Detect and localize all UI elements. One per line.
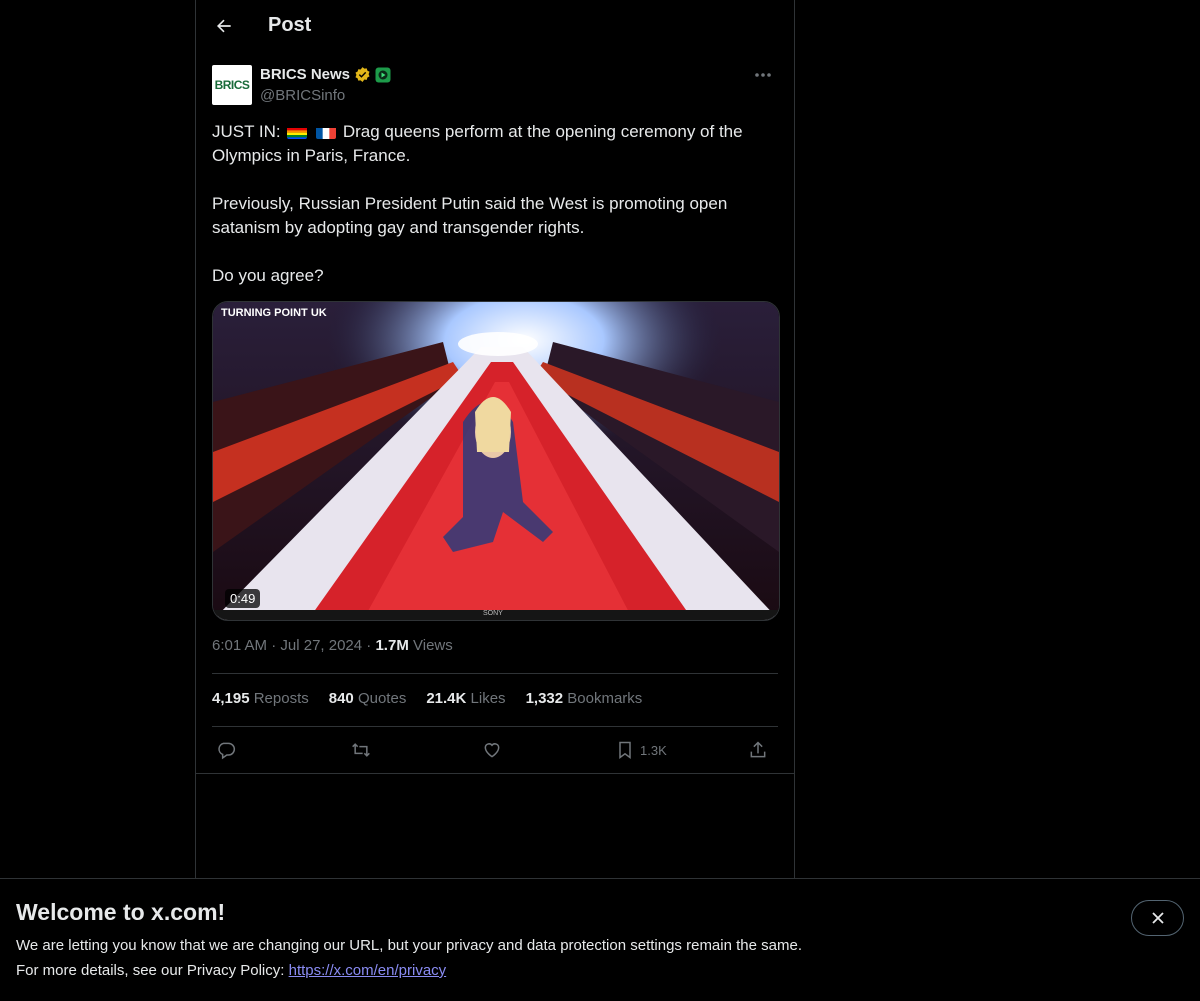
author-row: BRICS BRICS News @BRICSinfo <box>212 65 778 109</box>
reposts-stat[interactable]: 4,195 Reposts <box>212 690 309 707</box>
bookmark-button[interactable]: 1.3K <box>616 735 667 765</box>
share-button[interactable] <box>748 735 768 765</box>
top-bar: Post <box>196 0 794 54</box>
divider <box>212 726 778 727</box>
likes-stat[interactable]: 21.4K Likes <box>426 690 505 707</box>
close-banner-button[interactable] <box>1131 900 1184 936</box>
tweet-date[interactable]: Jul 27, 2024 <box>280 637 362 654</box>
tweet-time[interactable]: 6:01 AM <box>212 637 267 654</box>
more-button[interactable] <box>748 65 778 85</box>
tweet-meta: 6:01 AM · Jul 27, 2024 · 1.7M Views <box>212 637 453 654</box>
close-icon <box>1151 912 1164 924</box>
bookmark-icon <box>619 741 631 759</box>
repost-button[interactable] <box>350 735 372 765</box>
tweet-prefix: JUST IN: <box>212 122 281 141</box>
tweet-text: JUST IN: Drag queens perform at the open… <box>212 120 778 288</box>
video-player[interactable]: TURNING POINT UK SONY 0:49 <box>212 301 780 621</box>
avatar-logo-text: BRICS <box>214 78 250 92</box>
france-flag-icon <box>316 125 337 139</box>
views-label: Views <box>413 637 453 654</box>
back-arrow-icon <box>217 19 231 33</box>
like-button[interactable] <box>482 735 502 765</box>
banner-policy-prefix: For more details, see our Privacy Policy… <box>16 962 285 979</box>
avatar[interactable]: BRICS <box>212 65 252 105</box>
bookmarks-stat[interactable]: 1,332 Bookmarks <box>526 690 643 707</box>
welcome-banner: Welcome to x.com! We are letting you kno… <box>0 878 1200 1001</box>
rainbow-flag-icon <box>287 125 308 139</box>
page-title: Post <box>268 14 312 36</box>
author-name-row[interactable]: BRICS News <box>260 66 391 83</box>
back-button[interactable] <box>208 10 240 42</box>
action-bar: 1.3K <box>212 735 778 765</box>
divider <box>212 673 778 674</box>
reply-button[interactable] <box>216 735 236 765</box>
views-count: 1.7M <box>375 637 409 654</box>
share-icon <box>750 741 766 758</box>
tweet-paragraph-3: Do you agree? <box>212 266 324 285</box>
tv-brand: SONY <box>483 610 503 617</box>
divider <box>196 773 794 774</box>
reply-icon <box>218 742 236 760</box>
privacy-policy-link[interactable]: https://x.com/en/privacy <box>289 962 447 979</box>
bookmark-count: 1.3K <box>640 742 667 758</box>
repost-icon <box>352 743 370 757</box>
author-handle[interactable]: @BRICSinfo <box>260 87 345 104</box>
banner-title: Welcome to x.com! <box>16 899 226 925</box>
meta-separator: · <box>271 637 281 654</box>
video-watermark: TURNING POINT UK <box>221 307 327 319</box>
quotes-stat[interactable]: 840 Quotes <box>329 690 407 707</box>
tweet-paragraph-2: Previously, Russian President Putin said… <box>212 194 733 237</box>
banner-policy-line: For more details, see our Privacy Policy… <box>16 962 446 979</box>
author-name[interactable]: BRICS News <box>260 66 350 83</box>
engagement-stats: 4,195 Reposts 840 Quotes 21.4K Likes 1,3… <box>212 690 642 707</box>
post-column: Post BRICS BRICS News @BRICSinfo JUST IN… <box>195 0 795 880</box>
video-thumbnail <box>213 302 779 620</box>
verified-gold-icon <box>355 67 370 82</box>
like-icon <box>484 743 500 758</box>
banner-message: We are letting you know that we are chan… <box>16 937 802 954</box>
affiliate-badge-icon <box>375 67 391 82</box>
video-duration: 0:49 <box>225 589 261 608</box>
more-icon <box>755 73 771 77</box>
